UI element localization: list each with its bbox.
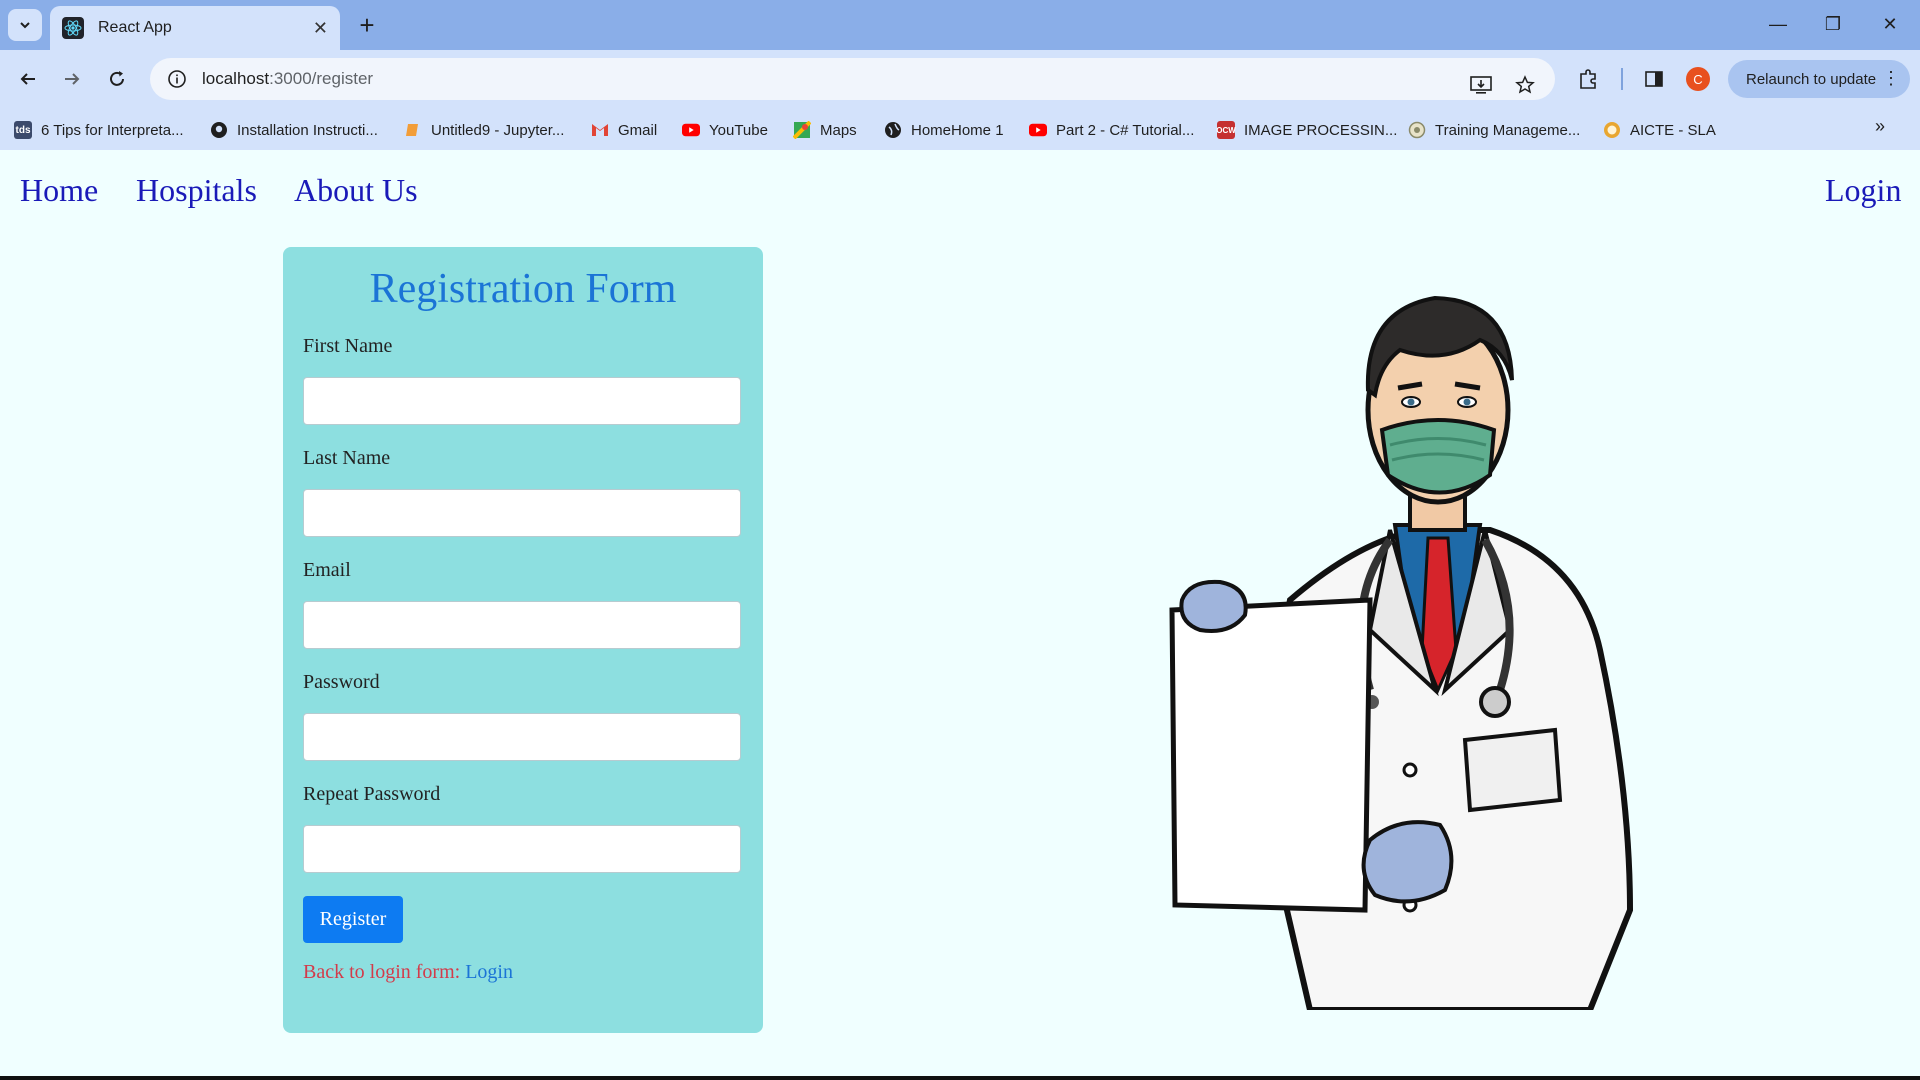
bookmark-label: YouTube (709, 121, 768, 139)
extensions-icon[interactable] (1572, 63, 1604, 95)
bookmark-item[interactable]: Training Manageme... (1408, 119, 1580, 141)
bookmark-label: Untitled9 - Jupyter... (431, 121, 565, 139)
doctor-illustration (1169, 295, 1634, 1010)
site-info-icon[interactable] (166, 68, 188, 90)
bookmark-item[interactable]: tds 6 Tips for Interpreta... (14, 119, 184, 141)
bookmark-item[interactable]: Gmail (591, 119, 657, 141)
bookmark-item[interactable]: Untitled9 - Jupyter... (404, 119, 564, 141)
first-name-input[interactable] (303, 377, 741, 425)
reload-icon[interactable] (101, 63, 133, 95)
nav-home-link[interactable]: Home (20, 172, 98, 209)
back-to-login-text: Back to login form: Login (303, 961, 513, 984)
bookmarks-overflow-icon[interactable]: » (1868, 114, 1892, 138)
form-title: Registration Form (369, 266, 677, 312)
page-content: Home Hospitals About Us Login Registrati… (0, 150, 1920, 1076)
bookmark-item[interactable]: Part 2 - C# Tutorial... (1029, 119, 1194, 141)
minimize-icon[interactable]: — (1758, 8, 1798, 40)
profile-avatar[interactable]: C (1686, 67, 1710, 91)
email-label: Email (303, 559, 351, 581)
aicte-icon (1603, 121, 1621, 139)
nav-about-link[interactable]: About Us (294, 172, 418, 209)
maps-icon (793, 121, 811, 139)
register-button[interactable]: Register (303, 896, 403, 943)
install-app-icon[interactable] (1466, 70, 1496, 100)
github-icon (210, 121, 228, 139)
jupyter-icon (404, 121, 422, 139)
bookmark-label: Gmail (618, 121, 658, 139)
training-icon (1408, 121, 1426, 139)
bookmark-item[interactable]: YouTube (682, 119, 768, 141)
password-input[interactable] (303, 713, 741, 761)
bookmark-item[interactable]: HomeHome 1 (884, 119, 1004, 141)
more-menu-icon[interactable]: ⋮ (1882, 68, 1900, 88)
bookmark-label: Training Manageme... (1435, 121, 1581, 139)
bookmark-label: 6 Tips for Interpreta... (41, 121, 184, 139)
bookmark-item[interactable]: OCW IMAGE PROCESSIN... (1216, 119, 1398, 141)
password-label: Password (303, 671, 380, 693)
bookmark-label: Maps (820, 121, 857, 139)
close-window-icon[interactable]: ✕ (1870, 8, 1910, 40)
bookmark-label: Part 2 - C# Tutorial... (1056, 121, 1195, 139)
bookmark-label: Installation Instructi... (237, 121, 378, 139)
browser-tab-strip: React App ✕ + — ❐ ✕ (0, 0, 1920, 50)
last-name-label: Last Name (303, 447, 391, 469)
browser-toolbar: localhost:3000/register (0, 50, 1920, 108)
ocw-icon: OCW (1216, 121, 1236, 139)
youtube-icon (682, 121, 700, 139)
url-path: :3000/register (269, 69, 374, 88)
gmail-icon (591, 121, 609, 139)
bookmark-label: HomeHome 1 (911, 121, 1004, 139)
globe-icon (884, 121, 902, 139)
back-arrow-icon[interactable] (12, 63, 44, 95)
url-host: localhost (202, 69, 270, 88)
nav-hospitals-link[interactable]: Hospitals (136, 172, 257, 209)
address-bar[interactable]: localhost:3000/register (150, 58, 1555, 100)
nav-login-link[interactable]: Login (1825, 172, 1901, 209)
back-to-login-label: Back to login form: (303, 961, 466, 983)
relaunch-button[interactable]: Relaunch to update ⋮ (1728, 60, 1910, 98)
restore-icon[interactable]: ❐ (1813, 8, 1853, 40)
tds-icon: tds (14, 121, 32, 139)
relaunch-label: Relaunch to update (1746, 70, 1877, 88)
bookmark-label: IMAGE PROCESSIN... (1244, 121, 1398, 139)
side-panel-icon[interactable] (1638, 63, 1670, 95)
back-to-login-link[interactable]: Login (465, 961, 513, 983)
tab-title: React App (98, 19, 172, 36)
registration-form: Registration Form First Name Last Name E… (283, 247, 763, 1033)
repeat-password-input[interactable] (303, 825, 741, 873)
bookmark-star-icon[interactable] (1510, 70, 1540, 100)
bookmarks-bar: tds 6 Tips for Interpreta... Installatio… (0, 108, 1920, 150)
react-icon (62, 17, 84, 39)
bookmark-item[interactable]: AICTE - SLA (1603, 119, 1716, 141)
url-text: localhost:3000/register (202, 69, 373, 89)
last-name-input[interactable] (303, 489, 741, 537)
first-name-label: First Name (303, 335, 393, 357)
new-tab-button[interactable]: + (352, 10, 382, 40)
email-input[interactable] (303, 601, 741, 649)
bookmark-item[interactable]: Maps (793, 119, 857, 141)
bookmark-label: AICTE - SLA (1630, 121, 1716, 139)
browser-tab[interactable]: React App ✕ (50, 6, 340, 50)
tab-search-button[interactable] (8, 9, 42, 41)
window-bottom-edge (0, 1076, 1920, 1080)
toolbar-divider (1621, 68, 1623, 90)
chevron-down-icon (20, 22, 30, 29)
forward-arrow-icon[interactable] (56, 63, 88, 95)
repeat-password-label: Repeat Password (303, 783, 441, 805)
youtube-icon (1029, 121, 1047, 139)
bookmark-item[interactable]: Installation Instructi... (210, 119, 378, 141)
close-tab-icon[interactable]: ✕ (313, 18, 328, 39)
